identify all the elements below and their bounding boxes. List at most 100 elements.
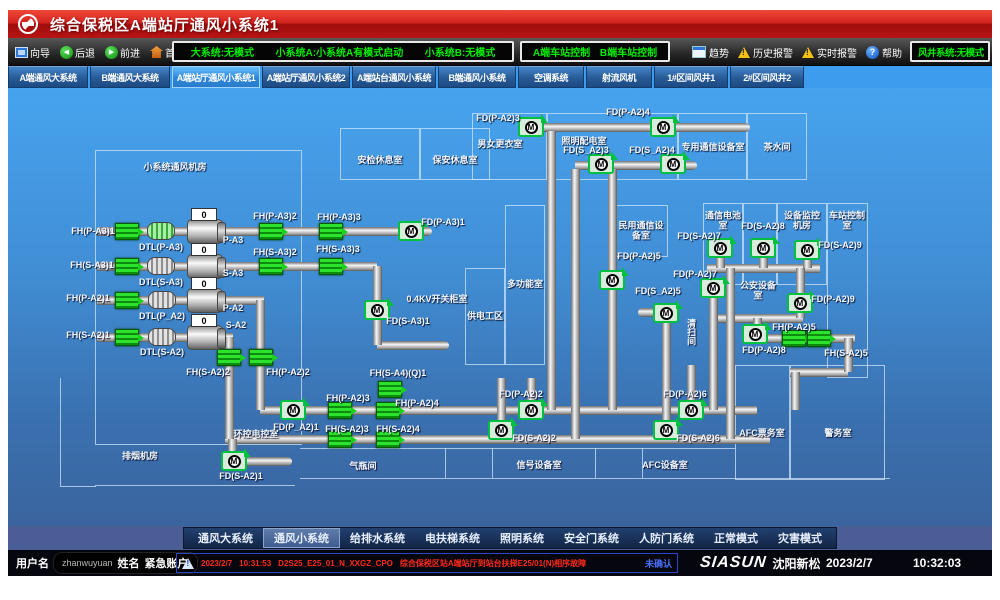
motor-icon: M — [714, 242, 727, 255]
louver-FH(P-A2)3[interactable] — [328, 402, 352, 419]
trend-button[interactable]: 趋势 — [692, 45, 729, 60]
silencer-DTL(S-A2)[interactable] — [148, 328, 176, 346]
bottom-tab-3[interactable]: 给排水系统 — [340, 528, 415, 548]
damper-label: FD(S-A2)2 — [512, 433, 556, 443]
top-tab-8[interactable]: 射流风机 — [586, 66, 652, 88]
fan-P-A3[interactable] — [187, 219, 223, 244]
silencer-DTL(P_A2)[interactable] — [148, 291, 176, 309]
top-tab-10[interactable]: 2#区间风井2 — [730, 66, 804, 88]
damper-FD(P-A2)9[interactable]: M — [787, 293, 813, 313]
room-label: 车站控制室 — [829, 211, 865, 232]
damper-FD(S-A2)8[interactable]: M — [750, 238, 776, 258]
bottom-tab-5[interactable]: 照明系统 — [490, 528, 554, 548]
duct-pipe — [726, 268, 735, 439]
damper-FD(P_A2)1[interactable]: M — [280, 400, 306, 420]
top-tab-4[interactable]: A端站厅通风小系统2 — [262, 66, 350, 88]
damper-FD(S-A2)1[interactable]: M — [221, 451, 247, 471]
tool-button-label: 实时报警 — [817, 45, 857, 60]
damper-FD(P-A2)4[interactable]: M — [650, 117, 676, 137]
louver-FH(S-A2)2[interactable] — [217, 349, 241, 366]
louver-label: FH(S-A2)2 — [186, 367, 230, 377]
damper-label: FD(P-A2)3 — [476, 113, 520, 123]
room-divider — [492, 448, 493, 478]
damper-FD(S-A2)6[interactable]: M — [653, 420, 679, 440]
louver-FH(P-A2)1[interactable] — [115, 292, 139, 309]
silencer-DTL(S-A3)[interactable] — [147, 257, 175, 275]
motor-icon: M — [757, 242, 770, 255]
bottom-tab-4[interactable]: 电扶梯系统 — [415, 528, 490, 548]
louver-FH(P-A3)1[interactable] — [115, 223, 139, 240]
motor-icon: M — [707, 282, 720, 295]
damper-FD(S_A2)4[interactable]: M — [660, 154, 686, 174]
damper-FD(P-A2)8[interactable]: M — [742, 324, 768, 344]
small-system-b-mode: 小系统B:无模式 — [425, 44, 496, 59]
louver-label: FH(P-A3)2 — [253, 211, 297, 221]
louver-label: FH(S-A2)1 — [66, 330, 110, 340]
damper-label: FD(P-A2)8 — [742, 345, 786, 355]
motor-icon: M — [371, 304, 384, 317]
forward-icon — [105, 46, 118, 59]
bottom-tab-7[interactable]: 人防门系统 — [629, 528, 704, 548]
top-tab-9[interactable]: 1#区间风井1 — [654, 66, 728, 88]
damper-FD(P-A2)2[interactable]: M — [518, 400, 544, 420]
damper-FD(S_A2)5[interactable]: M — [653, 303, 679, 323]
page-title: 综合保税区A端站厅通风小系统1 — [50, 14, 279, 35]
louver-FH(P-A3)3[interactable] — [319, 223, 343, 240]
louver-label: FH(S-A3)1 — [70, 260, 114, 270]
louver-FH(S-A4)(Q)1[interactable] — [378, 381, 402, 398]
louver-FH(P-A2)2[interactable] — [249, 349, 273, 366]
top-tab-5[interactable]: A端站台通风小系统 — [352, 66, 436, 88]
louver-FH(S-A3)3[interactable] — [319, 258, 343, 275]
alarm-banner[interactable]: 2023/2/7 10:31:53 D2S25_E25_01_N_XXGZ_CP… — [176, 553, 678, 573]
bottom-tab-9[interactable]: 灾害模式 — [768, 528, 832, 548]
forward-button[interactable]: 前进 — [102, 43, 143, 62]
damper-FD(S-A2)2[interactable]: M — [488, 420, 514, 440]
top-tab-7[interactable]: 空调系统 — [518, 66, 584, 88]
app-window: 综合保税区A端站厅通风小系统1 向导后退前进首页用户 大系统:无模式 小系统A:… — [8, 10, 992, 576]
damper-FD(S_A2)3[interactable]: M — [588, 154, 614, 174]
damper-FD(P-A2)3[interactable]: M — [518, 117, 544, 137]
alarm-triangle-icon — [182, 558, 194, 569]
damper-FD(P-A3)1[interactable]: M — [398, 221, 424, 241]
fan-P-A2[interactable] — [187, 288, 223, 313]
room-label: AFC票务室 — [739, 428, 785, 438]
damper-label: FD(P-A2)9 — [811, 294, 855, 304]
fan-S-A2[interactable] — [187, 325, 223, 350]
alarm-realtime-button[interactable]: 实时报警 — [802, 45, 857, 60]
bottom-tab-1[interactable]: 通风大系统 — [188, 528, 263, 548]
tool-button-label: 趋势 — [709, 45, 729, 60]
help-button[interactable]: 帮助 — [866, 45, 902, 60]
silencer-DTL(P-A3)[interactable] — [147, 222, 175, 240]
shaft-status-box: 风井系统:无模式 — [910, 41, 990, 62]
motor-icon: M — [287, 404, 300, 417]
bottom-tab-2[interactable]: 通风小系统 — [263, 528, 340, 548]
louver-FH(P-A3)2[interactable] — [259, 223, 283, 240]
louver-FH(S-A2)5[interactable] — [807, 330, 831, 347]
back-button[interactable]: 后退 — [57, 43, 98, 62]
top-tab-6[interactable]: B端通风小系统 — [438, 66, 516, 88]
louver-FH(S-A3)2[interactable] — [259, 258, 283, 275]
fan-S-A3[interactable] — [187, 254, 223, 279]
wizard-button[interactable]: 向导 — [12, 43, 53, 62]
damper-FD(P-A2)7[interactable]: M — [700, 278, 726, 298]
room-label: 供电工区 — [467, 311, 503, 321]
fan-value-P-A3: 0 — [191, 208, 217, 221]
room-label: AFC设备室 — [642, 460, 688, 470]
b-end-control[interactable]: B端车站控制 — [600, 44, 657, 59]
fan-value-S-A2: 0 — [191, 314, 217, 327]
statusbar-clock: 10:32:03 — [913, 550, 961, 576]
louver-FH(S-A2)1[interactable] — [115, 329, 139, 346]
damper-FD(P-A2)5[interactable]: M — [599, 270, 625, 290]
top-tab-1[interactable]: A端通风大系统 — [8, 66, 88, 88]
damper-FD(S-A2)9[interactable]: M — [794, 240, 820, 260]
a-end-control[interactable]: A端车站控制 — [533, 44, 590, 59]
room-label: 公安设备室 — [738, 281, 778, 302]
louver-FH(S-A3)1[interactable] — [115, 258, 139, 275]
alarm-history-button[interactable]: 历史报警 — [738, 45, 793, 60]
top-tab-2[interactable]: B端通风大系统 — [90, 66, 170, 88]
bottom-tab-8[interactable]: 正常模式 — [704, 528, 768, 548]
duct-pipe — [791, 372, 800, 410]
bottom-tab-6[interactable]: 安全门系统 — [554, 528, 629, 548]
top-tab-3[interactable]: A端站厅通风小系统1 — [172, 66, 260, 88]
duct-pipe — [547, 131, 556, 410]
